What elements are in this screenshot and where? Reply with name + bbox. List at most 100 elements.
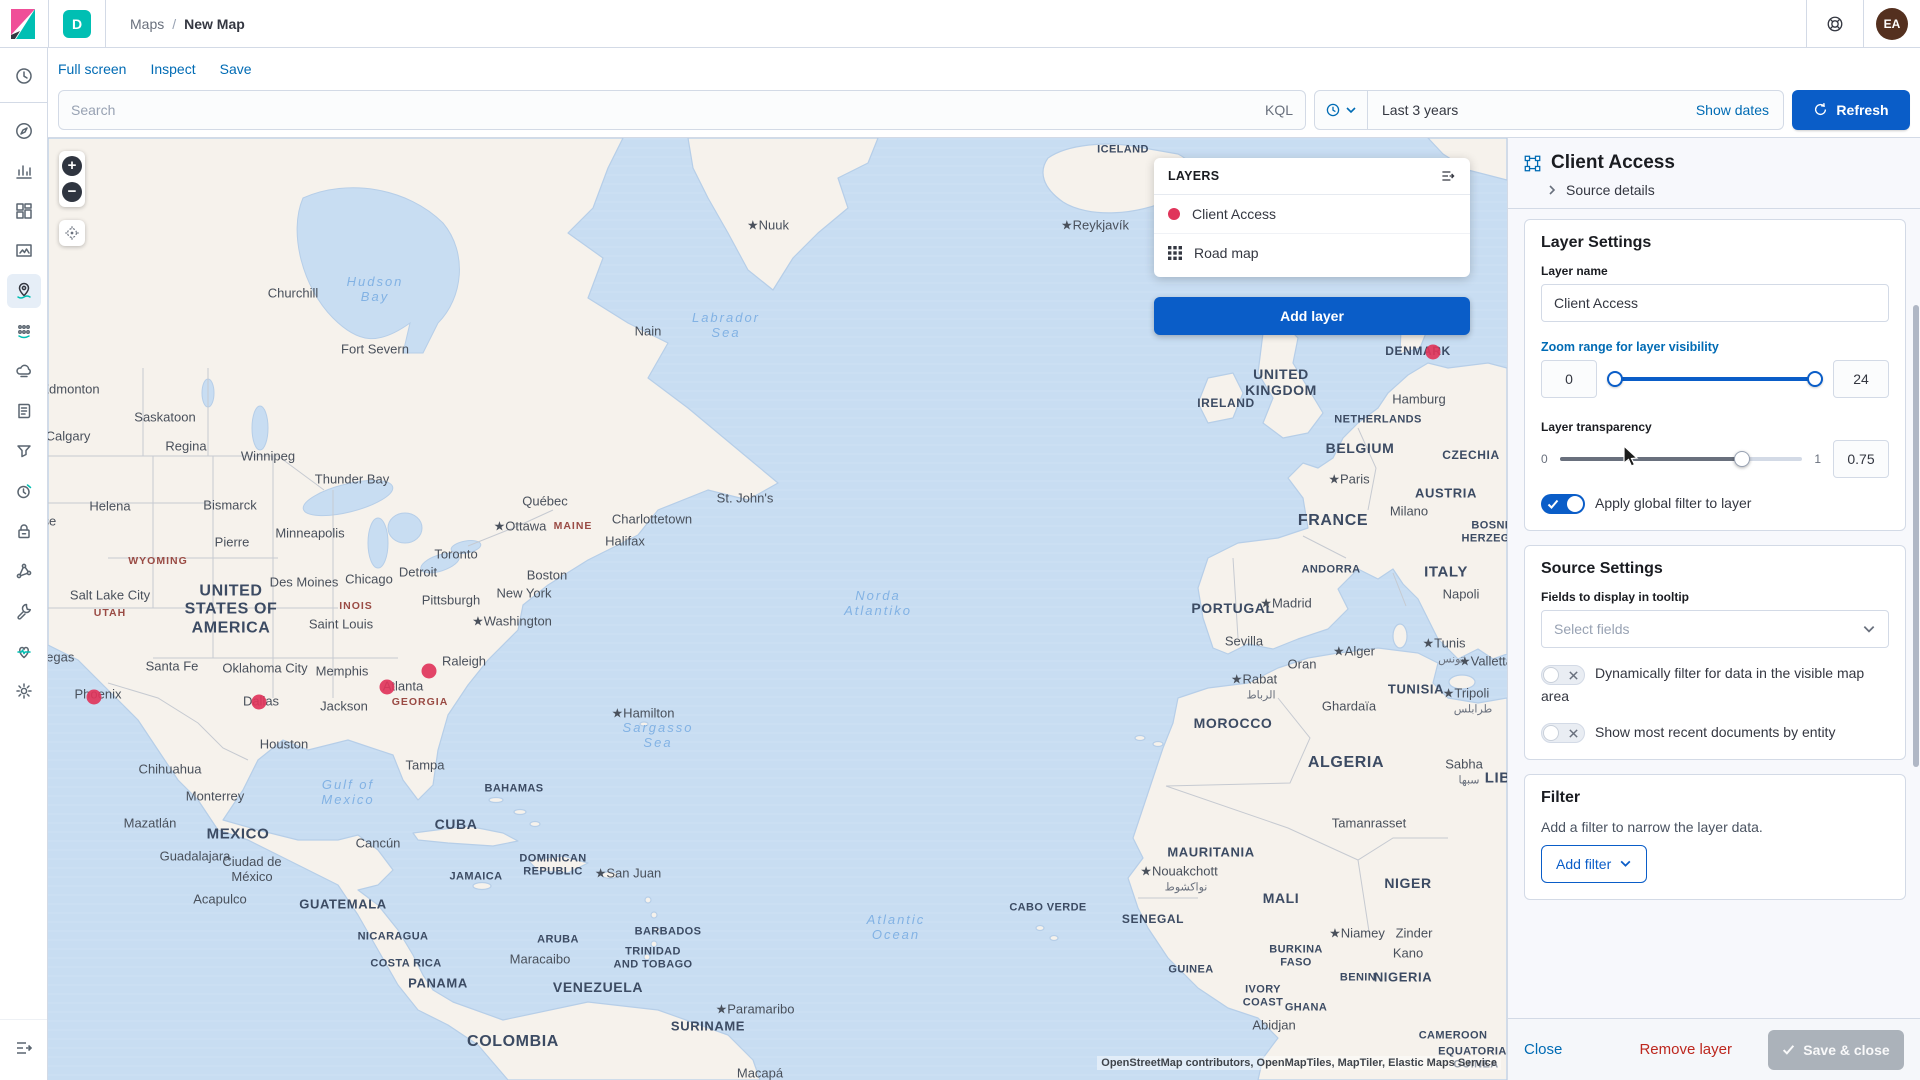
sidebar-item-graph-icon[interactable] xyxy=(7,554,41,588)
tooltip-fields-select[interactable]: Select fields xyxy=(1541,610,1889,648)
layer-row[interactable]: Road map xyxy=(1154,234,1470,277)
save-and-close-label: Save & close xyxy=(1803,1042,1889,1058)
sidebar-item-maps-icon[interactable] xyxy=(7,274,41,308)
chevron-down-icon xyxy=(1862,622,1876,636)
sidebar-item-machine-learning-icon[interactable] xyxy=(7,314,41,348)
transparency-input[interactable]: 0.75 xyxy=(1833,440,1889,478)
map-data-point[interactable] xyxy=(380,680,395,695)
crosshair-icon xyxy=(64,225,80,241)
source-details-toggle[interactable]: Source details xyxy=(1546,182,1904,198)
help-icon[interactable] xyxy=(1807,0,1863,47)
tooltip-fields-label: Fields to display in tooltip xyxy=(1541,590,1889,604)
sidebar-item-visualize-icon[interactable] xyxy=(7,154,41,188)
zoom-range-slider[interactable] xyxy=(1609,377,1821,381)
time-range-value[interactable]: Last 3 years xyxy=(1368,102,1696,118)
show-dates-link[interactable]: Show dates xyxy=(1696,102,1783,118)
zoom-min-input[interactable]: 0 xyxy=(1541,360,1597,398)
sidebar-item-stack-management-icon[interactable] xyxy=(7,674,41,708)
save-link[interactable]: Save xyxy=(220,61,252,77)
sidebar-item-metrics-icon[interactable] xyxy=(7,434,41,468)
global-filter-row: Apply global filter to layer xyxy=(1541,492,1889,514)
time-quick-select[interactable] xyxy=(1315,91,1368,129)
flyout-scrollbar-thumb[interactable] xyxy=(1913,305,1919,767)
sidebar-item-dashboard-icon[interactable] xyxy=(7,194,41,228)
roadmap-grid-icon xyxy=(1168,246,1182,260)
top-header-bar: D Maps / New Map EA xyxy=(0,0,1920,48)
layer-row[interactable]: Client Access xyxy=(1154,195,1470,234)
query-bar: KQL Last 3 years Show dates Refresh xyxy=(48,90,1920,138)
divider xyxy=(105,0,106,47)
zoom-in-button[interactable]: + xyxy=(62,156,82,176)
left-nav-rail xyxy=(0,48,48,1080)
close-link[interactable]: Close xyxy=(1524,1041,1562,1058)
add-filter-label: Add filter xyxy=(1556,856,1611,872)
recent-docs-row: Show most recent documents by entity xyxy=(1541,721,1889,743)
sidebar-item-dev-tools-icon[interactable] xyxy=(7,594,41,628)
inspect-link[interactable]: Inspect xyxy=(150,61,195,77)
transparency-handle[interactable] xyxy=(1734,451,1750,467)
sidebar-item-enterprise-search-icon[interactable] xyxy=(7,354,41,388)
flyout-footer: Close Remove layer Save & close xyxy=(1508,1018,1920,1080)
zoom-range-label[interactable]: Zoom range for layer visibility xyxy=(1541,340,1889,354)
chevron-down-icon xyxy=(1345,104,1357,116)
global-filter-label: Apply global filter to layer xyxy=(1595,495,1751,511)
global-filter-toggle[interactable] xyxy=(1541,494,1585,514)
remove-layer-link[interactable]: Remove layer xyxy=(1639,1041,1732,1058)
map-canvas[interactable]: ★NuukICELAND★ReykjavíkHudson BayLabrador… xyxy=(48,138,1507,1080)
source-settings-heading: Source Settings xyxy=(1541,560,1889,578)
breadcrumb-maps[interactable]: Maps xyxy=(130,16,164,32)
zoom-out-button[interactable]: − xyxy=(62,182,82,202)
nav-collapse-icon[interactable] xyxy=(7,1031,41,1065)
refresh-button[interactable]: Refresh xyxy=(1792,90,1910,130)
layers-panel-title: LAYERS xyxy=(1168,169,1219,183)
refresh-icon xyxy=(1813,102,1828,117)
source-settings-card: Source Settings Fields to display in too… xyxy=(1524,545,1906,760)
space-badge[interactable]: D xyxy=(63,10,91,38)
filter-description: Add a filter to narrow the layer data. xyxy=(1541,819,1889,835)
divider xyxy=(48,0,49,47)
sidebar-item-canvas-icon[interactable] xyxy=(7,234,41,268)
layer-row-label: Client Access xyxy=(1192,206,1276,222)
sidebar-item-recently-viewed-icon[interactable] xyxy=(7,59,41,93)
map-landmass xyxy=(48,138,1507,1080)
source-details-label: Source details xyxy=(1566,182,1655,198)
add-layer-button[interactable]: Add layer xyxy=(1154,297,1470,335)
sidebar-item-stack-monitoring-icon[interactable] xyxy=(7,634,41,668)
filter-heading: Filter xyxy=(1541,789,1889,807)
map-data-point[interactable] xyxy=(1426,345,1441,360)
add-filter-button[interactable]: Add filter xyxy=(1541,845,1647,883)
transparency-label: Layer transparency xyxy=(1541,420,1889,434)
sidebar-item-uptime-icon[interactable] xyxy=(7,474,41,508)
zoom-max-input[interactable]: 24 xyxy=(1833,360,1889,398)
map-data-point[interactable] xyxy=(87,690,102,705)
sidebar-item-logs-icon[interactable] xyxy=(7,394,41,428)
user-avatar[interactable]: EA xyxy=(1876,8,1908,40)
breadcrumb: Maps / New Map xyxy=(130,16,245,32)
layers-collapse-icon[interactable] xyxy=(1440,168,1456,184)
map-data-point[interactable] xyxy=(252,695,267,710)
kql-button[interactable]: KQL xyxy=(1255,102,1293,118)
search-input[interactable] xyxy=(71,102,1255,118)
sidebar-item-discover-icon[interactable] xyxy=(7,114,41,148)
check-icon xyxy=(1782,1043,1795,1056)
zoom-range-handle-min[interactable] xyxy=(1607,371,1623,387)
app-menu-bar: Full screen Inspect Save xyxy=(48,48,1920,90)
save-and-close-button[interactable]: Save & close xyxy=(1768,1030,1904,1070)
map-data-point[interactable] xyxy=(422,664,437,679)
map-attribution[interactable]: OpenStreetMap contributors, OpenMapTiles… xyxy=(1097,1056,1501,1070)
zoom-range-handle-max[interactable] xyxy=(1807,371,1823,387)
layers-panel: LAYERS Client Access Road map xyxy=(1154,158,1470,277)
kibana-logo[interactable] xyxy=(0,0,48,47)
layer-name-input[interactable] xyxy=(1541,284,1889,322)
transparency-slider[interactable] xyxy=(1560,457,1803,461)
sidebar-item-security-icon[interactable] xyxy=(7,514,41,548)
filter-card: Filter Add a filter to narrow the layer … xyxy=(1524,774,1906,900)
full-screen-link[interactable]: Full screen xyxy=(58,61,126,77)
recent-docs-toggle[interactable] xyxy=(1541,723,1585,743)
recent-docs-label: Show most recent documents by entity xyxy=(1595,724,1835,740)
layer-name-label: Layer name xyxy=(1541,264,1889,278)
chevron-right-icon xyxy=(1546,184,1558,196)
layer-swatch-dot xyxy=(1168,208,1180,220)
dynamic-filter-toggle[interactable] xyxy=(1541,665,1585,685)
set-view-button[interactable] xyxy=(59,220,85,246)
